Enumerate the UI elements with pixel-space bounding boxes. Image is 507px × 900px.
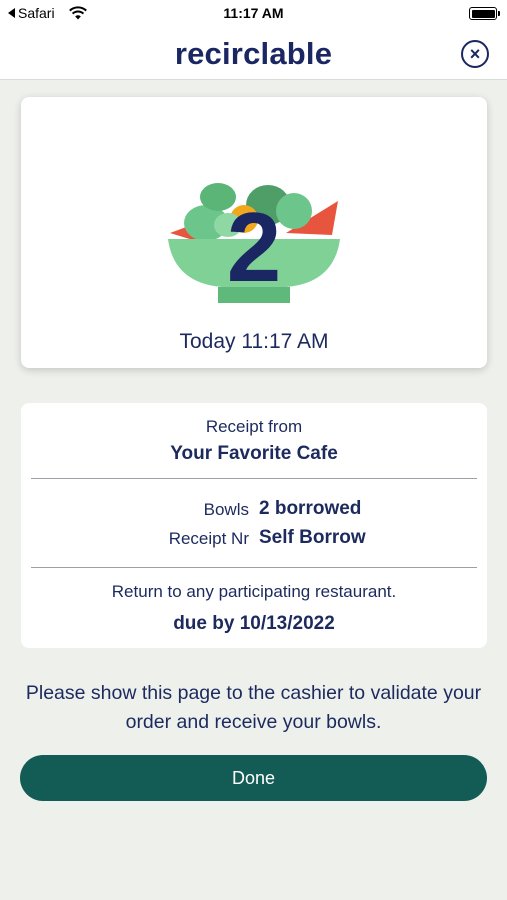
receipt-card: Receipt from Your Favorite Cafe Bowls 2 …	[21, 403, 487, 648]
cashier-instructions: Please show this page to the cashier to …	[25, 682, 482, 733]
done-label: Done	[231, 767, 276, 788]
bowl-count: 2	[227, 192, 282, 302]
app-logo: recirclable	[174, 36, 333, 71]
done-button[interactable]: Done	[20, 755, 487, 801]
salad-bowl-icon: 2	[168, 183, 340, 303]
battery-icon	[469, 7, 500, 20]
app-header: recirclable ×	[0, 28, 507, 80]
order-timestamp: Today 11:17 AM	[179, 330, 329, 353]
close-button[interactable]: ×	[461, 40, 489, 68]
due-date: due by 10/13/2022	[173, 613, 335, 634]
divider	[31, 567, 477, 568]
close-icon: ×	[469, 44, 481, 64]
return-instructions: Return to any participating restaurant.	[111, 582, 397, 601]
receipt-nr-label: Receipt Nr	[168, 529, 249, 548]
receipt-from-label: Receipt from	[205, 417, 303, 436]
status-time: 11:17 AM	[223, 5, 284, 21]
bowls-value: 2 borrowed	[259, 498, 362, 519]
status-bar: Safari 11:17 AM	[0, 0, 507, 28]
divider	[31, 478, 477, 479]
order-card: 2 Today 11:17 AM	[21, 97, 487, 368]
bowls-label: Bowls	[203, 500, 249, 519]
receipt-cafe-name: Your Favorite Cafe	[170, 443, 338, 464]
receipt-nr-value: Self Borrow	[259, 527, 366, 548]
